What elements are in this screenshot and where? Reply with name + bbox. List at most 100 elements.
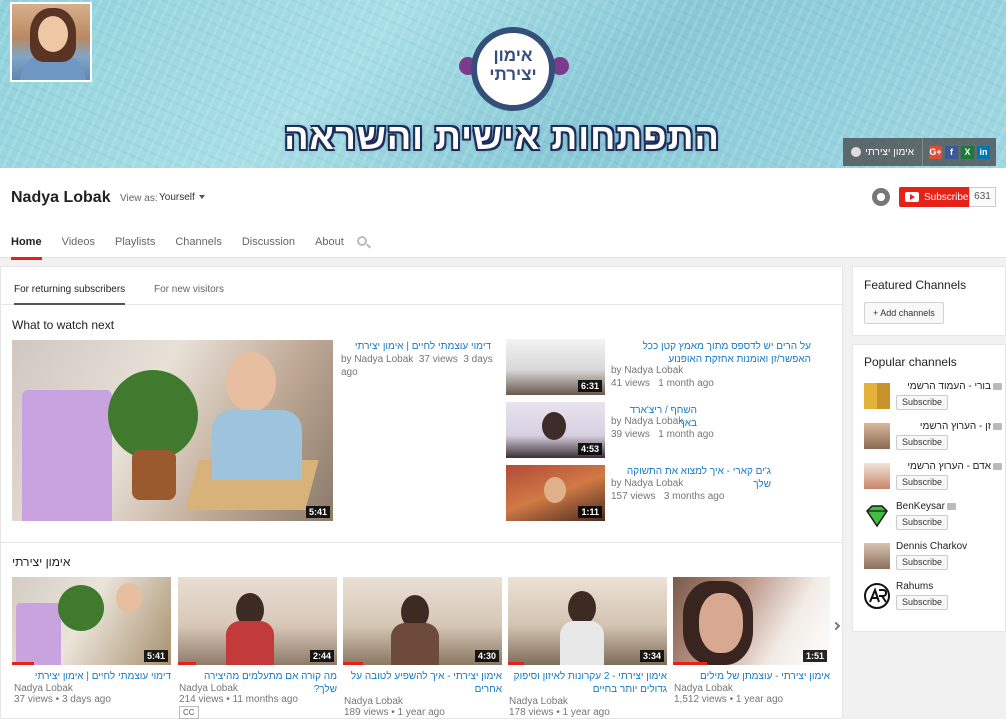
xing-icon[interactable]: X	[961, 145, 974, 159]
chevron-down-icon	[198, 195, 205, 200]
popular-channels-title: Popular channels	[864, 355, 957, 369]
popular-channel-item: אדם - הערוץ הרשמי Subscribe	[864, 461, 1004, 497]
video-duration: 6:31	[577, 380, 602, 392]
facebook-icon[interactable]: f	[945, 145, 958, 159]
social-links: G+ f X in	[923, 138, 996, 166]
video-thumbnail[interactable]: 1:11	[506, 465, 605, 521]
video-duration: 5:41	[143, 650, 168, 662]
tab-discussion[interactable]: Discussion	[242, 236, 295, 260]
featured-video-author[interactable]: by Nadya Lobak	[341, 354, 413, 365]
video-thumbnail[interactable]: 2:44	[178, 577, 337, 665]
verified-icon	[993, 382, 1002, 390]
tab-about[interactable]: About	[315, 236, 344, 260]
subscribe-button[interactable]: Subscribe	[896, 595, 949, 610]
channel-avatar[interactable]	[864, 383, 890, 409]
channel-name-text: BenKeysar	[896, 501, 945, 512]
linkedin-icon[interactable]: in	[977, 145, 990, 159]
featured-video-thumbnail[interactable]: 5:41	[12, 340, 333, 521]
channel-name[interactable]: Dennis Charkov	[896, 541, 1004, 552]
featured-channels-card: Featured Channels + Add channels	[852, 266, 1006, 336]
subscribe-button[interactable]: Subscribe	[899, 187, 969, 207]
channel-avatar[interactable]	[10, 2, 92, 82]
channel-name[interactable]: Rahums	[896, 581, 1004, 592]
shelf-title[interactable]: אימון יצירתי	[12, 555, 70, 569]
video-thumbnail[interactable]: 1:51	[673, 577, 830, 665]
video-views: 41 views	[611, 378, 650, 389]
popular-channel-item: בורי - העמוד הרשמי Subscribe	[864, 381, 1004, 417]
video-author[interactable]: by Nadya Lobak	[611, 364, 683, 377]
featured-video-views: 37 views	[418, 354, 458, 365]
tab-channels[interactable]: Channels	[175, 236, 221, 260]
subscribe-button[interactable]: Subscribe	[896, 555, 949, 570]
search-icon[interactable]	[357, 236, 367, 246]
watch-progress-bar	[12, 662, 34, 665]
popular-channel-item: Rahums Subscribe	[864, 581, 1004, 617]
tab-videos[interactable]: Videos	[62, 236, 95, 260]
channel-avatar[interactable]	[864, 543, 890, 569]
video-meta: 178 views • 1 year ago	[509, 707, 610, 718]
banner-site-link[interactable]: אימון יצירתי	[843, 138, 923, 166]
video-meta: 39 views 1 month ago	[611, 428, 714, 441]
video-duration: 1:11	[578, 506, 602, 518]
video-title[interactable]: אימון יצירתי - איך להשפיע לטובה על אחרים	[343, 670, 502, 696]
video-thumbnail[interactable]: 4:30	[343, 577, 502, 665]
video-thumbnail[interactable]: 5:41	[12, 577, 171, 665]
video-meta: 157 views 3 months ago	[611, 490, 724, 503]
channel-header: Nadya Lobak View as: Yourself Subscribe …	[0, 168, 1006, 260]
tab-playlists[interactable]: Playlists	[115, 236, 155, 260]
subscribe-button[interactable]: Subscribe	[896, 475, 949, 490]
video-thumbnail[interactable]: 6:31	[506, 339, 605, 395]
video-age: 1 month ago	[658, 378, 714, 389]
video-age: 3 months ago	[663, 491, 725, 502]
view-as-dropdown[interactable]: Yourself	[159, 192, 205, 203]
featured-video-title[interactable]: דימוי עוצמתי לחיים | אימון יצירתי	[341, 340, 491, 353]
video-thumbnail[interactable]: 3:34	[508, 577, 667, 665]
video-duration: 2:44	[309, 650, 334, 662]
view-as-label: View as:	[120, 193, 158, 204]
subscribe-label: Subscribe	[924, 191, 969, 203]
subscribe-button[interactable]: Subscribe	[896, 395, 949, 410]
add-channels-button[interactable]: + Add channels	[864, 302, 944, 324]
verified-icon	[993, 462, 1002, 470]
subscribe-button[interactable]: Subscribe	[896, 435, 949, 450]
youtube-icon	[905, 192, 919, 202]
video-author[interactable]: by Nadya Lobak	[611, 477, 683, 490]
video-author[interactable]: by Nadya Lobak	[611, 415, 683, 428]
logo-text: אימון יצירתי	[489, 46, 537, 84]
featured-video-meta: by Nadya Lobak 37 views 3 days ago	[341, 353, 501, 379]
channel-name[interactable]: Nadya Lobak	[11, 189, 111, 207]
watch-progress-bar	[673, 662, 707, 665]
tab-new-visitors[interactable]: For new visitors	[154, 284, 224, 295]
rahums-logo-icon[interactable]	[864, 583, 890, 609]
video-title[interactable]: על הרים יש לדספס מתוך מאמץ קטן ככל האפשר…	[611, 340, 811, 366]
channel-banner: אימון יצירתי התפתחות אישית והשראה אימון …	[0, 0, 1006, 168]
channel-avatar[interactable]	[864, 463, 890, 489]
featured-channels-title: Featured Channels	[864, 278, 967, 292]
verified-icon	[946, 502, 956, 510]
tab-returning-subscribers[interactable]: For returning subscribers	[14, 284, 126, 305]
video-thumbnail[interactable]: 4:53	[506, 402, 605, 458]
tab-home[interactable]: Home	[11, 236, 42, 260]
watch-progress-bar	[508, 662, 524, 665]
channel-name[interactable]: BenKeysar	[896, 501, 1004, 512]
view-as-value: Yourself	[159, 192, 195, 203]
banner-title: התפתחות אישית והשראה	[284, 116, 720, 157]
video-title[interactable]: אימון יצירתי - 2 עקרונות לאיזון וסיפוק ג…	[508, 670, 667, 696]
gear-icon[interactable]	[872, 188, 890, 206]
google-plus-icon[interactable]: G+	[929, 145, 942, 159]
video-meta: 189 views • 1 year ago	[344, 707, 445, 718]
main-content: For returning subscribers For new visito…	[0, 266, 844, 719]
channel-name[interactable]: זן - הערוץ הרשמי	[896, 421, 1004, 432]
channel-name[interactable]: אדם - הערוץ הרשמי	[896, 461, 1004, 472]
channel-avatar[interactable]	[864, 423, 890, 449]
chevron-right-icon[interactable]	[831, 621, 841, 631]
video-duration: 4:30	[474, 650, 499, 662]
channel-name[interactable]: בורי - העמוד הרשמי	[896, 381, 1004, 392]
subscribe-button[interactable]: Subscribe	[896, 515, 949, 530]
video-meta: 37 views • 3 days ago	[14, 694, 111, 705]
popular-channels-card: Popular channels בורי - העמוד הרשמי Subs…	[852, 344, 1006, 632]
banner-links: אימון יצירתי G+ f X in	[843, 138, 996, 166]
video-views: 157 views	[611, 491, 656, 502]
channel-name-text: אדם - הערוץ הרשמי	[907, 461, 991, 472]
diamond-icon[interactable]	[864, 503, 890, 529]
